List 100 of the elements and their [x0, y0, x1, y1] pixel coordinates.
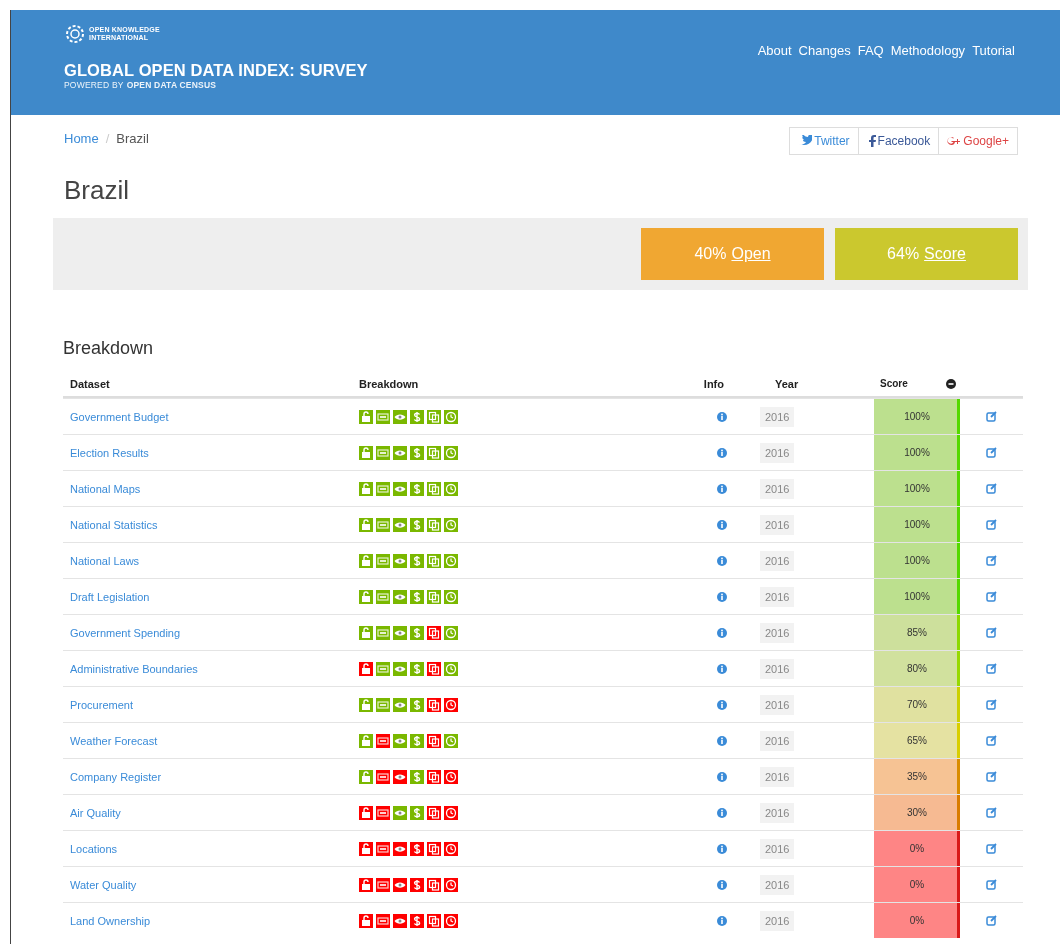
score-cell: 100%	[874, 543, 960, 578]
edit-icon[interactable]	[986, 915, 997, 926]
score-cell: 0%	[874, 831, 960, 866]
edit-icon[interactable]	[986, 699, 997, 710]
edit-icon[interactable]	[986, 411, 997, 422]
edit-icon[interactable]	[986, 879, 997, 890]
year-value: 2016	[760, 622, 795, 643]
year-value: 2016	[760, 586, 795, 607]
dataset-link[interactable]: National Maps	[70, 482, 141, 495]
year-value: 2016	[760, 730, 795, 751]
info-icon	[717, 663, 727, 674]
dataset-link[interactable]: Procurement	[70, 698, 133, 711]
score-cell: 65%	[874, 723, 960, 758]
collapse-icon	[946, 378, 956, 389]
info-icon	[717, 915, 727, 926]
score-cell: 0%	[874, 903, 960, 938]
info-icon	[717, 447, 727, 458]
nav-link[interactable]: Methodology	[890, 43, 966, 58]
info-icon	[717, 483, 727, 494]
score-cell: 35%	[874, 759, 960, 794]
edit-icon[interactable]	[986, 591, 997, 602]
year-value: 2016	[760, 514, 795, 535]
dataset-link[interactable]: National Statistics	[70, 518, 158, 531]
year-value: 2016	[760, 910, 795, 931]
breadcrumb-current: Brazil	[116, 130, 149, 146]
column-header: Info	[703, 377, 724, 390]
dataset-link[interactable]: Locations	[70, 842, 118, 855]
info-icon	[717, 879, 727, 890]
year-value: 2016	[760, 838, 795, 859]
year-value: 2016	[760, 766, 795, 787]
dataset-link[interactable]: Draft Legislation	[70, 590, 150, 603]
edit-icon[interactable]	[986, 447, 997, 458]
edit-icon[interactable]	[986, 807, 997, 818]
subtitle-prefix: POWERED BY	[64, 80, 124, 90]
year-value: 2016	[760, 694, 795, 715]
edit-icon[interactable]	[986, 843, 997, 854]
logo-icon	[64, 23, 86, 45]
info-icon	[717, 735, 727, 746]
year-value: 2016	[760, 478, 795, 499]
edit-icon[interactable]	[986, 627, 997, 638]
info-icon	[717, 519, 727, 530]
edit-icon[interactable]	[986, 483, 997, 494]
breadcrumb-link[interactable]: Home	[64, 130, 99, 146]
place-title: Brazil	[64, 175, 130, 206]
share-button[interactable]: Google+	[938, 127, 1018, 155]
dataset-link[interactable]: Election Results	[70, 446, 149, 459]
summary-link[interactable]: Open	[731, 245, 771, 263]
score-cell: 100%	[874, 471, 960, 506]
section-title: Breakdown	[63, 338, 155, 359]
dataset-link[interactable]: Water Quality	[70, 878, 137, 891]
dataset-link[interactable]: Air Quality	[70, 806, 121, 819]
site-title[interactable]: GLOBAL OPEN DATA INDEX: SURVEY	[64, 61, 368, 80]
year-value: 2016	[760, 406, 795, 427]
nav-link[interactable]: Tutorial	[972, 43, 1015, 58]
info-icon	[717, 411, 727, 422]
summary-value: 40%	[694, 245, 727, 263]
dataset-link[interactable]: Weather Forecast	[70, 734, 158, 747]
edit-icon[interactable]	[986, 663, 997, 674]
edit-icon[interactable]	[986, 735, 997, 746]
dataset-link[interactable]: Land Ownership	[70, 914, 151, 927]
share-button[interactable]: Facebook	[857, 127, 940, 155]
nav-link[interactable]: About	[757, 43, 792, 58]
info-icon	[717, 843, 727, 854]
column-header: Score	[880, 378, 908, 389]
dataset-link[interactable]: National Laws	[70, 554, 140, 567]
score-cell: 80%	[874, 651, 960, 686]
subtitle-name: OPEN DATA CENSUS	[126, 80, 217, 90]
facebook-f-icon	[866, 135, 876, 147]
share-button[interactable]: Twitter	[789, 127, 859, 155]
year-value: 2016	[760, 802, 795, 823]
year-value: 2016	[760, 874, 795, 895]
breadcrumb-separator: /	[105, 130, 110, 146]
score-cell: 70%	[874, 687, 960, 722]
column-header: Breakdown	[359, 377, 419, 390]
score-cell: 100%	[874, 507, 960, 542]
edit-icon[interactable]	[986, 555, 997, 566]
info-icon	[717, 699, 727, 710]
edit-icon[interactable]	[986, 519, 997, 530]
year-value: 2016	[760, 442, 795, 463]
info-icon	[717, 807, 727, 818]
info-icon	[717, 591, 727, 602]
score-cell: 100%	[874, 399, 960, 434]
edit-icon[interactable]	[986, 771, 997, 782]
info-icon	[717, 627, 727, 638]
column-header: Dataset	[70, 377, 110, 390]
year-value: 2016	[760, 658, 795, 679]
dataset-link[interactable]: Company Register	[70, 770, 162, 783]
dataset-link[interactable]: Government Spending	[70, 626, 181, 639]
column-header: Year	[775, 377, 799, 390]
score-cell: 85%	[874, 615, 960, 650]
info-icon	[717, 555, 727, 566]
score-cell: 0%	[874, 867, 960, 902]
nav-link[interactable]: Changes	[798, 43, 851, 58]
nav-link[interactable]: FAQ	[857, 43, 884, 58]
score-cell: 100%	[874, 435, 960, 470]
dataset-link[interactable]: Government Budget	[70, 410, 169, 423]
dataset-link[interactable]: Administrative Boundaries	[70, 662, 198, 675]
google-plus-icon	[947, 135, 962, 147]
year-value: 2016	[760, 550, 795, 571]
summary-value: 64%	[887, 245, 920, 263]
